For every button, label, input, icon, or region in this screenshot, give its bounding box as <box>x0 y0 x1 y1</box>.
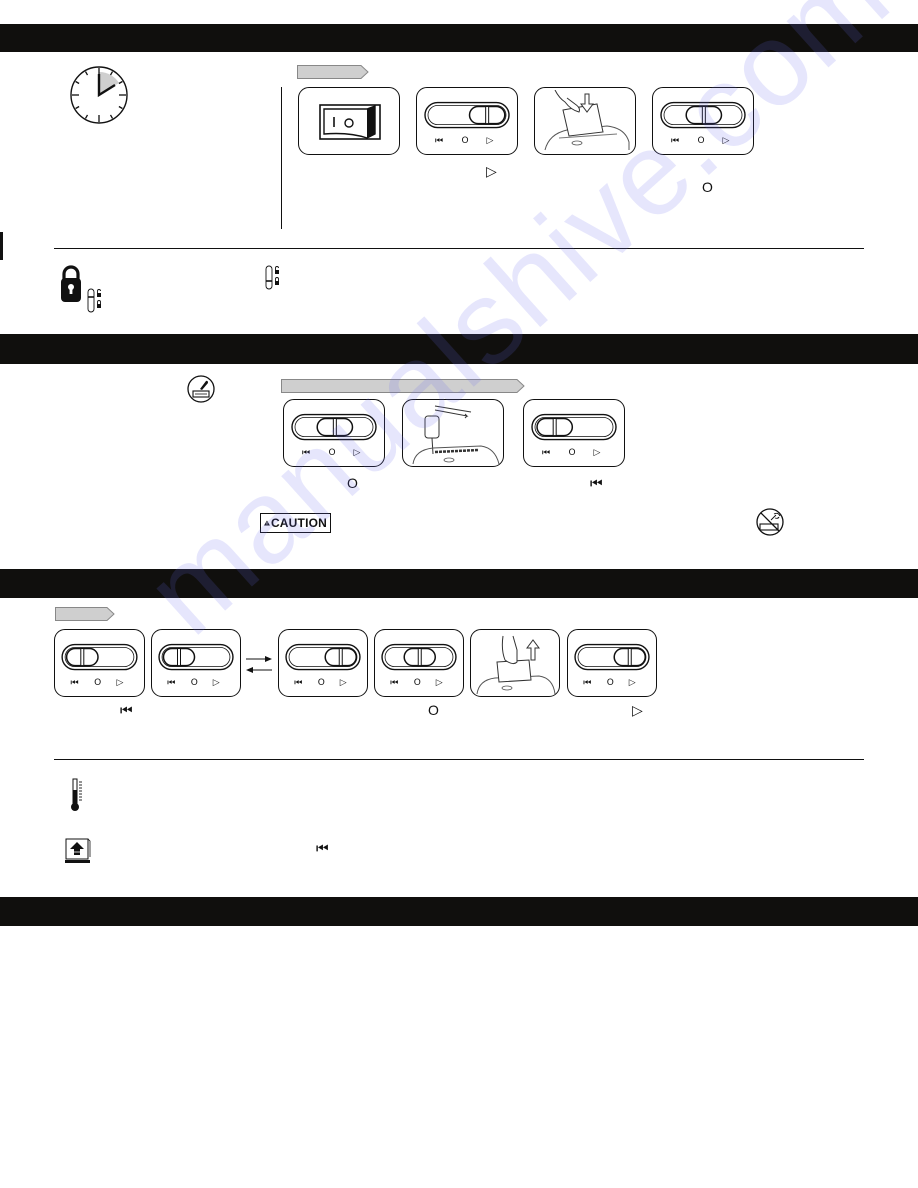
slider-label-auto: ▷ <box>354 448 361 458</box>
slider-knob-grip <box>701 106 706 125</box>
slider-label-auto: ▷ <box>487 136 494 146</box>
slider-label-reverse: ⏮ <box>671 136 679 146</box>
slider-label-auto: ▷ <box>594 448 601 458</box>
slider-label-reverse: ⏮ <box>435 136 443 146</box>
slider-label-reverse: ⏮ <box>167 678 175 688</box>
panel-power-switch <box>298 87 400 155</box>
slider-switch: ⏮ O ▷ <box>381 643 457 688</box>
slider-label-off: O <box>191 678 198 688</box>
slider-label-off: O <box>94 678 101 688</box>
slider-label-auto: ▷ <box>213 678 220 688</box>
slider-knob-grip <box>552 418 557 437</box>
caution-text: CAUTION <box>270 516 327 530</box>
panel-slider-auto-3: ⏮ O ▷ <box>278 629 368 697</box>
slider-label-off: O <box>318 678 325 688</box>
slider-label-off: O <box>697 136 704 146</box>
panel-slider-reverse-b: ⏮ O ▷ <box>151 629 241 697</box>
panel-remove-paper <box>470 629 560 697</box>
slider-label-auto: ▷ <box>436 678 443 688</box>
slider-label-reverse: ⏮ <box>390 678 398 688</box>
slider-switch: ⏮ O ▷ <box>660 101 746 146</box>
bin-full-icon <box>64 838 92 864</box>
remove-paper-icon <box>473 632 557 694</box>
slider-knob-grip <box>338 648 343 667</box>
slider-label-off: O <box>414 678 421 688</box>
slider-label-reverse: ⏮ <box>302 448 310 458</box>
alternate-arrows-icon <box>245 655 273 675</box>
section-bar-4 <box>0 897 918 926</box>
slider-label-reverse: ⏮ <box>583 678 591 688</box>
slider-label-off: O <box>461 136 468 146</box>
slider-knob-grip <box>332 418 337 437</box>
slider-knob-grip <box>627 648 632 667</box>
slider-switch: ⏮ O ▷ <box>158 643 234 688</box>
step-tag-arrow <box>297 65 369 79</box>
slider-label-auto: ▷ <box>629 678 636 688</box>
slider-switch: ⏮ O ▷ <box>424 101 510 146</box>
no-aerosol-icon <box>756 508 784 536</box>
caption-auto-3: ▷ <box>632 702 643 718</box>
slider-label-reverse: ⏮ <box>294 678 302 688</box>
slider-label-off: O <box>328 448 335 458</box>
slider-label-auto: ▷ <box>723 136 730 146</box>
section-bar-3 <box>0 569 918 598</box>
caption-auto: ▷ <box>486 163 497 179</box>
panel-insert-paper <box>534 87 636 155</box>
slider-label-off: O <box>607 678 614 688</box>
slider-label-reverse: ⏮ <box>71 678 79 688</box>
slider-knob-grip <box>485 106 490 125</box>
margin-marker <box>0 232 3 260</box>
slider-label-auto: ▷ <box>117 678 124 688</box>
section-bar-1 <box>0 24 918 52</box>
panel-slider-auto-4: ⏮ O ▷ <box>567 629 657 697</box>
oil-shredder-icon <box>187 375 215 403</box>
slider-label-auto: ▷ <box>340 678 347 688</box>
insert-paper-icon <box>537 90 633 152</box>
panel-slider-off: ⏮ O ▷ <box>652 87 754 155</box>
slider-switch: ⏮ O ▷ <box>61 643 138 688</box>
caption-reverse-3: ⏮ <box>120 702 133 718</box>
caption-off-2: O <box>347 475 358 491</box>
panel-slider-reverse-a: ⏮ O ▷ <box>54 629 145 697</box>
slider-switch: ⏮ O ▷ <box>531 413 617 458</box>
caution-label: CAUTION <box>260 513 331 533</box>
panel-slider-off-2: ⏮ O ▷ <box>283 399 385 467</box>
power-switch-icon <box>319 104 381 140</box>
panel-oil-cutters <box>402 399 504 467</box>
panel-slider-off-3: ⏮ O ▷ <box>374 629 464 697</box>
slider-label-reverse: ⏮ <box>542 448 550 458</box>
slider-switch: ⏮ O ▷ <box>291 413 377 458</box>
panel-slider-reverse: ⏮ O ▷ <box>523 399 625 467</box>
slider-knob-grip <box>417 648 422 667</box>
divider-line-2 <box>54 759 864 760</box>
step-tag-arrow-3 <box>55 607 115 621</box>
clock-icon <box>70 66 128 124</box>
lock-switch-unlocked-state <box>87 288 103 314</box>
padlock-icon <box>60 265 82 303</box>
thermometer-icon <box>70 778 86 812</box>
lock-switch-locked-state <box>265 265 281 291</box>
warning-triangle-icon <box>264 520 270 526</box>
oil-cutters-icon <box>405 402 501 464</box>
section-1-divider <box>281 87 282 229</box>
section-bar-2 <box>0 334 918 364</box>
slider-switch: ⏮ O ▷ <box>285 643 361 688</box>
step-tag-arrow-long <box>281 379 525 393</box>
divider-line <box>54 248 864 249</box>
slider-knob-grip <box>176 648 181 667</box>
slider-switch: ⏮ O ▷ <box>574 643 650 688</box>
caption-bin-reverse: ⏮ <box>316 840 329 856</box>
slider-knob-grip <box>80 648 85 667</box>
caption-off-3: O <box>428 702 439 718</box>
slider-label-off: O <box>568 448 575 458</box>
caption-reverse: ⏮ <box>590 475 603 491</box>
panel-slider-auto: ⏮ O ▷ <box>416 87 518 155</box>
caption-off: O <box>702 179 713 195</box>
